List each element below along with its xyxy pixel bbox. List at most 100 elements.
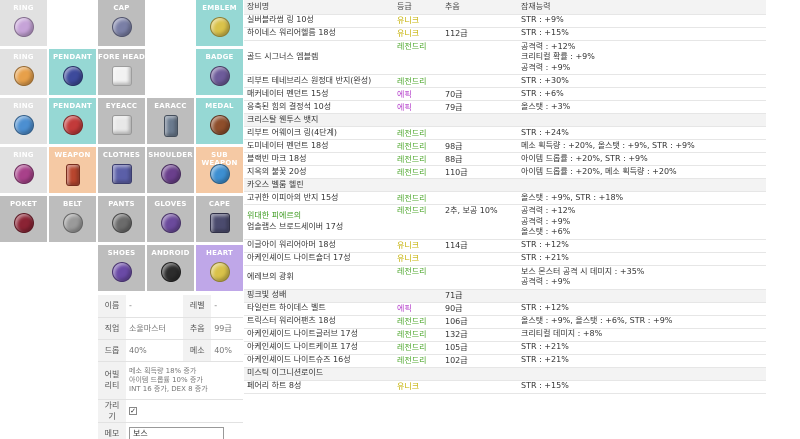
slot-empty2 xyxy=(147,0,194,46)
item-row: 리부트 어웨이크 링(4단계) 레전드리 STR : +24% xyxy=(244,126,766,140)
item-potential: STR : +6% xyxy=(518,87,766,101)
slot-shoes[interactable]: SHOES xyxy=(98,245,145,291)
force-label: 추옵 xyxy=(183,317,212,340)
slot-subweapon[interactable]: SUB WEAPON xyxy=(196,147,243,193)
item-name: 트릭스터 워리어팬츠 18성 xyxy=(244,315,394,329)
item-force: 2추, 보공 10% xyxy=(442,204,518,240)
potential-line: 크리티컬 확률 : +9% xyxy=(521,52,595,61)
item-grade: 레전드리 xyxy=(394,191,442,205)
pendant-icon xyxy=(62,66,83,86)
slot-earacc[interactable]: EARACC xyxy=(147,98,194,144)
slot-pocket[interactable]: POKET xyxy=(0,196,47,242)
item-name-line: 고귀한 이피아의 반지 15성 xyxy=(247,192,339,202)
badge-icon xyxy=(209,66,230,86)
item-potential xyxy=(518,289,766,303)
item-name-line: 미스틱 이그니션로이드 xyxy=(247,368,324,378)
item-row: 이글아이 워리어아머 18성 유니크 114급 STR : +12% xyxy=(244,239,766,253)
item-name: 도미네이터 펜던트 18성 xyxy=(244,139,394,153)
slot-label: RING xyxy=(13,102,34,110)
item-name: 위대한 피에르의 업솔랩스 브로드세이버 17성 xyxy=(244,204,394,240)
slot-android[interactable]: ANDROID xyxy=(147,245,194,291)
slot-belt[interactable]: BELT xyxy=(49,196,96,242)
slot-ring4[interactable]: RING xyxy=(0,147,47,193)
slot-pendant1[interactable]: PENDANT xyxy=(49,49,96,95)
item-grade: 레전드리 xyxy=(394,341,442,355)
item-force xyxy=(442,14,518,28)
item-row: 에레브의 광휘 레전드리 보스 몬스터 공격 시 데미지 : +35% 공격력 : +… xyxy=(244,265,766,290)
item-grade: 레전드리 xyxy=(394,354,442,368)
item-grade: 유니크 xyxy=(394,252,442,266)
potential-line: 공격력 : +12% xyxy=(521,206,576,215)
item-name-line: 블랙빈 마크 18성 xyxy=(247,153,307,163)
cape-icon xyxy=(209,213,230,233)
slot-weapon[interactable]: WEAPON xyxy=(49,147,96,193)
level-value: - xyxy=(211,295,243,318)
item-name-line: 도미네이터 펜던트 18성 xyxy=(247,140,329,150)
slot-emblem[interactable]: EMBLEM xyxy=(196,0,243,46)
slot-pendant2[interactable]: PENDANT xyxy=(49,98,96,144)
item-force xyxy=(442,191,518,205)
item-grade: 에픽 xyxy=(394,87,442,101)
item-potential: 올스탯 : +9%, STR : +18% xyxy=(518,191,766,205)
slot-ring3[interactable]: RING xyxy=(0,98,47,144)
slot-medal[interactable]: MEDAL xyxy=(196,98,243,144)
item-force: 132급 xyxy=(442,328,518,342)
pendant-icon xyxy=(62,115,83,135)
android-icon xyxy=(160,262,181,282)
slot-heart[interactable]: HEART xyxy=(196,245,243,291)
potential-line: 메소 획득량 : +20%, 올스탯 : +9%, STR : +9% xyxy=(521,140,695,150)
item-row: 블랙빈 마크 18성 레전드리 88급 아이템 드롭률 : +20%, STR : +… xyxy=(244,152,766,166)
slot-cape[interactable]: CAPE xyxy=(196,196,243,242)
item-name: 리부트 어웨이크 링(4단계) xyxy=(244,126,394,140)
header-potential: 잠재능력 xyxy=(518,0,766,15)
slot-empty3 xyxy=(147,49,194,95)
slot-clothes[interactable]: CLOTHES xyxy=(98,147,145,193)
ability-label: 어빌리티 xyxy=(98,361,126,400)
item-name: 아케인셰이드 나이트글러브 17성 xyxy=(244,328,394,342)
memo-input[interactable]: 보스 xyxy=(129,426,224,439)
potential-line: STR : +21% xyxy=(521,342,569,352)
item-name: 타일런트 하이데스 벨트 xyxy=(244,302,394,316)
potential-line: STR : +15% xyxy=(521,28,569,38)
slot-ring1[interactable]: RING xyxy=(0,0,47,46)
item-potential: STR : +21% xyxy=(518,354,766,368)
item-force xyxy=(442,380,518,394)
slot-badge[interactable]: BADGE xyxy=(196,49,243,95)
name-value: - xyxy=(126,295,184,318)
shoulder-icon xyxy=(160,164,181,184)
slot-label: GLOVES xyxy=(154,200,187,208)
item-name-line: 아케인셰이드 나이트숄더 17성 xyxy=(247,253,351,263)
item-row: 하이네스 워리어헬름 18성 유니크 112급 STR : +15% xyxy=(244,27,766,41)
slot-empty4 xyxy=(0,245,47,291)
ring-icon xyxy=(13,17,34,37)
slot-pants[interactable]: PANTS xyxy=(98,196,145,242)
item-potential: 보스 몬스터 공격 시 데미지 : +35% 공격력 : +9% xyxy=(518,265,766,290)
slot-eyeacc[interactable]: EYEACC xyxy=(98,98,145,144)
slot-shoulder[interactable]: SHOULDER xyxy=(147,147,194,193)
slot-gloves[interactable]: GLOVES xyxy=(147,196,194,242)
item-potential: 올스탯 : +9%, 올스탯 : +6%, STR : +9% xyxy=(518,315,766,329)
belt-icon xyxy=(62,213,83,233)
slot-ring2[interactable]: RING xyxy=(0,49,47,95)
potential-line: 공격력 : +9% xyxy=(521,216,571,226)
item-row: 트릭스터 워리어팬츠 18성 레전드리 106급 올스탯 : +9%, 올스탯 : +… xyxy=(244,315,766,329)
slot-label: EYEACC xyxy=(105,102,138,110)
potential-line: STR : +15% xyxy=(521,381,569,391)
item-name-line: 에레브의 광휘 xyxy=(247,271,294,281)
item-potential xyxy=(518,113,766,127)
clothes-icon xyxy=(111,164,132,184)
level-label: 레벨 xyxy=(183,295,212,318)
potential-line: STR : +12% xyxy=(521,240,569,250)
slot-label: RING xyxy=(13,151,34,159)
slot-forehead[interactable]: FORE HEAD xyxy=(98,49,145,95)
item-name: 페어리 하트 8성 xyxy=(244,380,394,394)
slot-empty5 xyxy=(49,245,96,291)
potential-line: 공격력 : +12% xyxy=(521,41,576,51)
item-force xyxy=(442,40,518,75)
item-name-line: 하이네스 워리어헬름 18성 xyxy=(247,28,336,38)
slot-label: SHOES xyxy=(107,249,136,257)
slot-cap[interactable]: CAP xyxy=(98,0,145,46)
item-force xyxy=(442,367,518,381)
item-name: 블랙빈 마크 18성 xyxy=(244,152,394,166)
hide-checkbox[interactable]: ✓ xyxy=(129,407,137,415)
